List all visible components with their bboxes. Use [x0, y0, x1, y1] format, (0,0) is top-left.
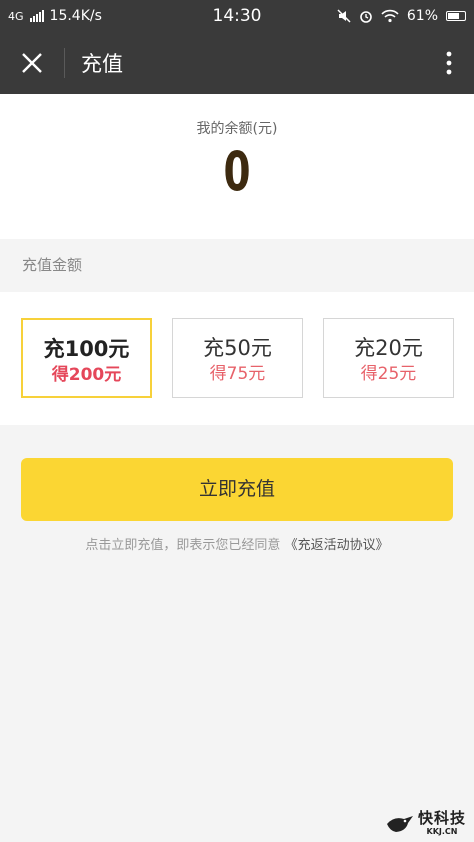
agreement-notice: 点击立即充值，即表示您已经同意 《充返活动协议》: [0, 534, 474, 553]
option-bonus-text: 得75元: [209, 364, 266, 384]
option-100[interactable]: 充100元 得200元: [21, 318, 152, 398]
option-main-text: 充20元: [354, 336, 423, 360]
balance-panel: 我的余额(元) 0: [0, 94, 474, 239]
status-time: 14:30: [212, 6, 262, 26]
watermark-main: 快科技: [417, 809, 466, 827]
nav-bar: 充值: [0, 32, 474, 94]
close-icon: [22, 53, 42, 73]
battery-icon: [446, 11, 466, 21]
agreement-text: 点击立即充值，即表示您已经同意: [85, 538, 281, 553]
option-main-text: 充100元: [43, 337, 130, 361]
battery-percent: 61%: [406, 8, 438, 24]
more-button[interactable]: [424, 32, 474, 94]
option-main-text: 充50元: [203, 336, 272, 360]
status-left: 4G 15.4K/s: [8, 8, 188, 24]
signal-icon: [29, 10, 44, 22]
agreement-link[interactable]: 《充返活动协议》: [285, 538, 389, 553]
page-title: 充值: [81, 52, 123, 76]
status-bar: 4G 15.4K/s 14:30 61%: [0, 0, 474, 32]
recharge-now-button[interactable]: 立即充值: [21, 458, 453, 521]
option-bonus-text: 得25元: [360, 364, 417, 384]
recharge-amount-label: 充值金额: [0, 239, 474, 292]
more-vertical-icon: [446, 51, 452, 75]
balance-value: 0: [223, 140, 251, 203]
bird-logo-icon: [386, 815, 413, 832]
wifi-icon: [381, 9, 399, 23]
network-type: 4G: [8, 9, 24, 23]
close-button[interactable]: [0, 32, 64, 94]
option-20[interactable]: 充20元 得25元: [323, 318, 454, 398]
recharge-options: 充100元 得200元 充50元 得75元 充20元 得25元: [0, 292, 474, 425]
watermark-text: 快科技 KKJ.CN: [418, 811, 466, 836]
mute-icon: [337, 9, 351, 23]
watermark: 快科技 KKJ.CN: [386, 811, 466, 836]
balance-label: 我的余额(元): [196, 121, 278, 137]
nav-divider: [64, 48, 65, 78]
alarm-icon: [360, 11, 372, 23]
status-right: 61%: [286, 8, 466, 24]
network-speed: 15.4K/s: [49, 8, 102, 24]
watermark-sub: KKJ.CN: [426, 827, 458, 836]
option-bonus-text: 得200元: [51, 365, 122, 385]
option-50[interactable]: 充50元 得75元: [172, 318, 303, 398]
